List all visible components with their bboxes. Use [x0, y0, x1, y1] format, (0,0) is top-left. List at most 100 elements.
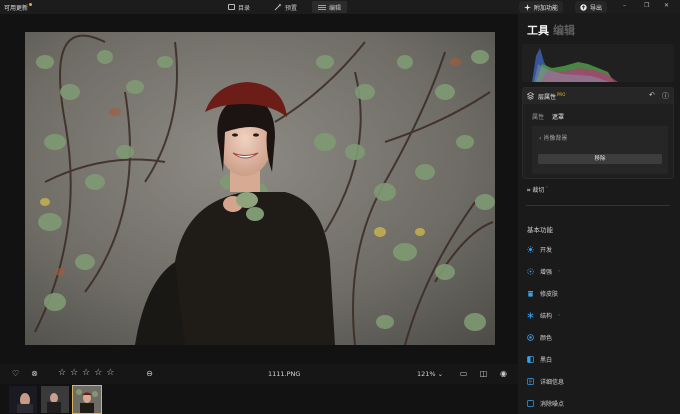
layer-properties-card: 层属性PRO ↶ ⓘ 属性 遮罩 ‹ 肖像背景 移除 [522, 87, 674, 179]
app-window: 可用更新 目录 预置 编辑 附加功能 导出 – ❐ ✕ ♡ ⊗ ☆ ☆ ☆ ☆ … [0, 0, 680, 414]
back-link[interactable]: ‹ 肖像背景 [539, 133, 567, 142]
export-button[interactable]: 导出 [575, 1, 608, 13]
thumbnail-image [9, 386, 37, 413]
snowflake-icon [527, 312, 534, 319]
portrait-photo[interactable] [25, 32, 495, 345]
section-basic-title: 基本功能 [527, 226, 553, 234]
tool-details[interactable]: 详细信息 [527, 377, 564, 386]
export-label: 导出 [590, 4, 603, 12]
sun-icon [527, 246, 534, 253]
divider [526, 205, 670, 206]
top-bar: 可用更新 目录 预置 编辑 附加功能 导出 – ❐ ✕ [0, 0, 680, 14]
color-wheel-icon [527, 334, 534, 341]
tool-structure[interactable]: 结构 ⁰ [527, 311, 560, 320]
tool-enhance[interactable]: 增强 ⁰ [527, 267, 560, 276]
bottom-toolbar: ♡ ⊗ ☆ ☆ ☆ ☆ ☆ ⊖ 1111.PNG 121% ⌄ ▭ ◫ ◉ [0, 364, 518, 384]
crop-label: 裁切 [532, 187, 545, 194]
thumbnail-image [73, 386, 101, 413]
tool-bw[interactable]: 黑白 [527, 355, 552, 364]
pro-badge: PRO [557, 92, 566, 97]
update-available-link[interactable]: 可用更新 [4, 3, 33, 12]
tool-bw-label: 黑白 [540, 357, 553, 364]
label-icon[interactable]: ⊖ [145, 369, 154, 378]
photo-image [25, 32, 495, 345]
undo-icon[interactable]: ↶ [649, 91, 655, 99]
right-panel: 工具 编辑 层属性PRO ↶ ⓘ 属性 遮罩 ‹ 肖像背景 移除 ⌗ 裁切 ⁰ … [518, 14, 680, 414]
tool-skin-label: 修皮肤 [540, 291, 559, 298]
filmstrip-thumbnail-selected[interactable] [72, 385, 102, 414]
filmstrip-thumbnail[interactable] [9, 386, 37, 413]
crop-tool[interactable]: ⌗ 裁切 ⁰ [527, 185, 548, 195]
tool-develop[interactable]: 开发 [527, 245, 552, 254]
update-label: 可用更新 [4, 5, 29, 12]
histogram [522, 44, 674, 82]
filmstrip [0, 384, 518, 414]
zoom-value: 121% [417, 370, 436, 378]
tool-color-label: 颜色 [540, 335, 553, 342]
layer-properties-header[interactable]: 层属性PRO ↶ ⓘ [523, 88, 673, 104]
close-icon[interactable]: ✕ [664, 2, 669, 9]
sparkle-icon [524, 3, 531, 11]
eye-icon[interactable]: ◉ [499, 369, 508, 378]
nav-presets[interactable]: 预置 [268, 1, 303, 13]
mask-subpanel: ‹ 肖像背景 移除 [532, 126, 668, 174]
nav-library-label: 目录 [238, 4, 251, 12]
nav-presets-label: 预置 [285, 4, 298, 12]
filmstrip-toggle-icon[interactable]: ▭ [459, 369, 468, 378]
tool-color[interactable]: 颜色 [527, 333, 552, 342]
zoom-dropdown[interactable]: 121% ⌄ [417, 370, 443, 378]
tool-details-label: 详细信息 [540, 379, 565, 386]
star-rating: ☆ ☆ ☆ ☆ ☆ [58, 368, 114, 378]
histogram-graph [532, 48, 618, 82]
panel-tabs: 工具 编辑 [527, 22, 575, 38]
tab-edit[interactable]: 编辑 [553, 24, 575, 37]
upload-icon [580, 3, 587, 11]
crop-badge: ⁰ [546, 185, 548, 190]
star-4-icon[interactable]: ☆ [94, 368, 102, 378]
nav-edit-label: 编辑 [329, 4, 342, 12]
magic-wand-icon [274, 3, 282, 11]
subtab-properties[interactable]: 属性 [532, 112, 544, 121]
half-square-icon [527, 356, 534, 363]
tool-develop-label: 开发 [540, 247, 553, 254]
star-5-icon[interactable]: ☆ [106, 368, 114, 378]
denoise-icon [527, 400, 534, 407]
back-label: 肖像背景 [543, 135, 568, 142]
compare-icon[interactable]: ◫ [479, 369, 488, 378]
reject-icon[interactable]: ⊗ [30, 369, 39, 378]
sliders-icon [318, 4, 326, 10]
tool-structure-badge: ⁰ [558, 313, 560, 318]
heart-icon[interactable]: ♡ [11, 369, 20, 378]
star-3-icon[interactable]: ☆ [82, 368, 90, 378]
layer-title-text: 层属性 [538, 94, 557, 101]
addons-label: 附加功能 [534, 4, 559, 12]
maximize-icon[interactable]: ❐ [644, 2, 649, 9]
photo-stage[interactable] [0, 14, 518, 364]
crop-icon: ⌗ [527, 187, 531, 194]
tool-skin[interactable]: 修皮肤 [527, 289, 558, 298]
subtab-mask[interactable]: 遮罩 [552, 112, 564, 121]
sparkle-icon [527, 268, 534, 275]
file-name: 1111.PNG [268, 370, 301, 378]
notification-dot [29, 3, 33, 6]
tool-denoise[interactable]: 消除噪点 [527, 399, 564, 408]
nav-edit[interactable]: 编辑 [312, 1, 348, 13]
tool-enhance-badge: ⁰ [558, 269, 560, 274]
remove-button[interactable]: 移除 [538, 154, 662, 164]
star-2-icon[interactable]: ☆ [70, 368, 78, 378]
details-icon [527, 378, 534, 385]
star-1-icon[interactable]: ☆ [58, 368, 66, 378]
layers-icon [527, 92, 534, 100]
layer-properties-title: 层属性PRO [538, 92, 565, 101]
tab-tools[interactable]: 工具 [527, 24, 549, 37]
jar-icon [527, 290, 534, 297]
minimize-icon[interactable]: – [623, 2, 626, 9]
thumbnail-image [41, 386, 69, 413]
filmstrip-thumbnail[interactable] [41, 386, 69, 413]
addons-button[interactable]: 附加功能 [519, 1, 564, 13]
info-icon[interactable]: ⓘ [662, 91, 669, 101]
nav-library[interactable]: 目录 [222, 1, 256, 13]
tool-structure-label: 结构 [540, 313, 553, 320]
folder-icon [228, 4, 235, 10]
tool-enhance-label: 增强 [540, 269, 553, 276]
